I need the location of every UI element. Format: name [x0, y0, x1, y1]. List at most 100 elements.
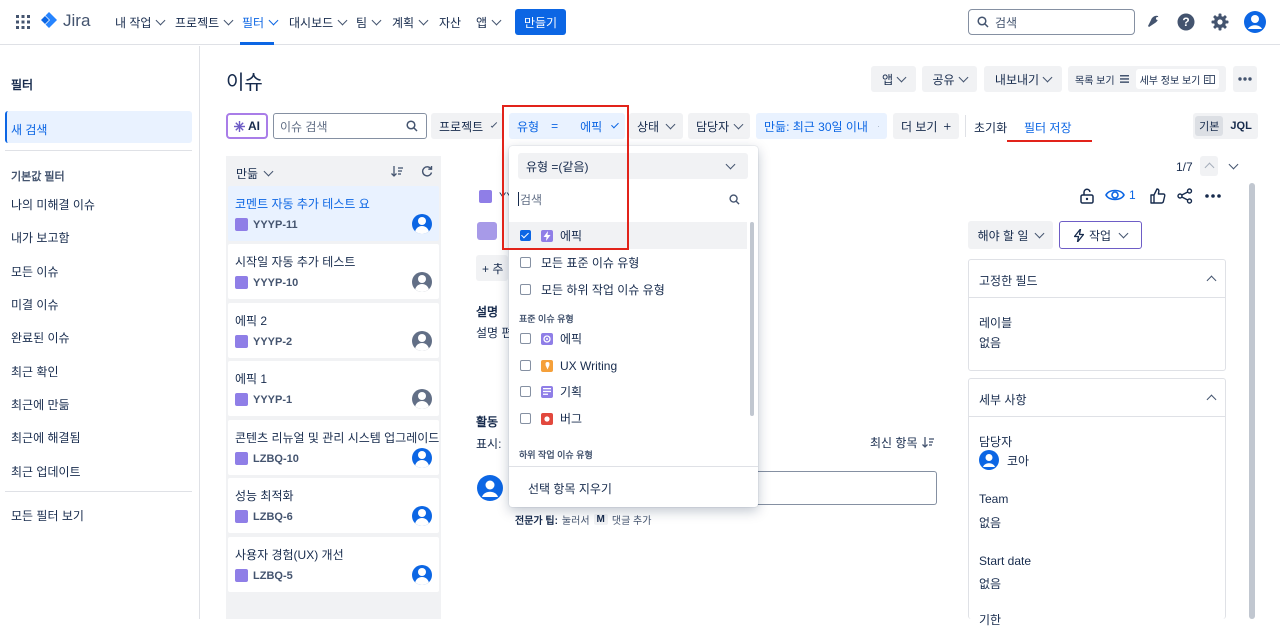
nav-teams[interactable]: 팀 [356, 14, 380, 31]
nav-plans[interactable]: 계획 [392, 14, 427, 31]
jql-mode-button[interactable]: JQL [1226, 116, 1255, 136]
sidebar-item-open-issues[interactable]: 미결 이슈 [11, 296, 59, 313]
checkbox[interactable] [520, 386, 531, 397]
nav-apps[interactable]: 앱 [476, 14, 500, 31]
checkbox[interactable] [520, 360, 531, 371]
chevron-up-icon[interactable] [1207, 276, 1217, 286]
newest-first-toggle[interactable]: 최신 항목 [870, 434, 934, 451]
basic-mode-button[interactable]: 기본 [1195, 116, 1223, 136]
settings-gear-icon[interactable] [1211, 13, 1229, 31]
close-icon[interactable] [878, 122, 879, 131]
sidebar-item-recently-resolved[interactable]: 최근에 해결됨 [11, 429, 81, 446]
next-issue-button[interactable] [1224, 156, 1242, 176]
option-label: 기획 [560, 383, 582, 400]
search-placeholder: 검색 [995, 14, 1017, 31]
issue-search-input[interactable]: 이슈 검색 [273, 113, 427, 139]
notifications-icon[interactable] [1145, 13, 1163, 31]
issue-card[interactable]: 코멘트 자동 추가 테스트 요 YYYP-11 [228, 186, 439, 241]
sidebar-item-recently-updated[interactable]: 최근 업데이트 [11, 463, 81, 480]
sidebar-item-all-issues[interactable]: 모든 이슈 [11, 263, 59, 280]
option-all-subtask-types[interactable]: 모든 하위 작업 이슈 유형 [509, 276, 747, 303]
comment-input[interactable] [755, 471, 937, 505]
option-ux-writing[interactable]: UX Writing [509, 352, 747, 379]
assignee-filter-button[interactable]: 담당자 [688, 113, 750, 139]
detail-scrollbar[interactable] [1249, 183, 1255, 619]
button-label: 담당자 [696, 118, 729, 135]
dropdown-scrollbar[interactable] [750, 222, 755, 462]
assignee-field-value[interactable]: 코아 [979, 450, 1029, 470]
share-icon[interactable] [1177, 188, 1193, 204]
scrollbar-thumb[interactable] [1249, 183, 1255, 619]
nav-projects[interactable]: 프로젝트 [175, 14, 232, 31]
sort-button[interactable]: 만듦 [236, 165, 272, 182]
app-switcher-icon[interactable] [16, 15, 30, 29]
checkbox[interactable] [520, 284, 531, 295]
sidebar-item-done-issues[interactable]: 완료된 이슈 [11, 329, 70, 346]
labels-field-value[interactable]: 없음 [979, 334, 1001, 351]
status-transition-button[interactable]: 해야 할 일 [968, 221, 1053, 249]
option-all-standard-types[interactable]: 모든 표준 이슈 유형 [509, 249, 747, 276]
project-filter-button[interactable]: 프로젝트 [431, 113, 503, 139]
issue-card[interactable]: 에픽 2 YYYP-2 [228, 303, 439, 358]
help-icon[interactable]: ? [1177, 13, 1195, 31]
global-search-input[interactable]: 검색 [968, 9, 1135, 35]
details-title[interactable]: 세부 사항 [979, 391, 1027, 408]
create-button[interactable]: 만들기 [515, 9, 566, 35]
issue-card[interactable]: 성능 최적화 LZBQ-6 [228, 478, 439, 533]
option-epic[interactable]: 에픽 [509, 325, 747, 352]
issue-card[interactable]: 사용자 경험(UX) 개선 LZBQ-5 [228, 537, 439, 592]
nav-assets[interactable]: 자산 [439, 14, 461, 31]
issue-card[interactable]: 콘텐츠 리뉴얼 및 관리 시스템 업그레이드 LZBQ-10 [228, 420, 439, 475]
save-filter-button[interactable]: 필터 저장 [1024, 119, 1072, 136]
button-label: 세부 정보 보기 [1140, 72, 1201, 87]
option-bug[interactable]: 버그 [509, 405, 747, 432]
thumbs-up-icon[interactable] [1150, 188, 1166, 204]
sort-order-icon[interactable] [391, 166, 403, 177]
sidebar-item-my-open-issues[interactable]: 나의 미해결 이슈 [11, 196, 95, 213]
pinned-fields-title[interactable]: 고정한 필드 [979, 272, 1038, 289]
more-filters-button[interactable]: 더 보기 [893, 113, 959, 139]
add-child-button[interactable]: + 추 [476, 255, 508, 281]
team-field-value[interactable]: 없음 [979, 514, 1001, 531]
button-label: AI [248, 119, 260, 133]
sidebar-item-recently-created[interactable]: 최근에 만듦 [11, 396, 70, 413]
issue-card[interactable]: 시작일 자동 추가 테스트 YYYP-10 [228, 244, 439, 299]
share-button[interactable]: 공유 [922, 66, 977, 92]
sidebar-item-reported-by-me[interactable]: 내가 보고함 [11, 229, 70, 246]
description-placeholder[interactable]: 설명 편 [476, 324, 512, 341]
detail-view-button[interactable]: 세부 정보 보기 [1136, 69, 1220, 89]
scrollbar-thumb[interactable] [750, 222, 754, 416]
nav-dashboards[interactable]: 대시보드 [289, 14, 346, 31]
checkbox[interactable] [520, 257, 531, 268]
jira-logo[interactable]: Jira [41, 11, 90, 31]
list-view-button[interactable]: 목록 보기 [1071, 69, 1133, 89]
chevron-down-icon [726, 159, 736, 169]
sidebar-item-new-search-label[interactable]: 새 검색 [11, 121, 47, 138]
option-planning[interactable]: 기획 [509, 378, 747, 405]
watch-button[interactable]: 1 [1105, 188, 1136, 202]
export-button[interactable]: 내보내기 [984, 66, 1062, 92]
sidebar-item-recently-viewed[interactable]: 최근 확인 [11, 363, 59, 380]
start-date-field-value[interactable]: 없음 [979, 575, 1001, 592]
apps-button[interactable]: 앱 [871, 66, 916, 92]
more-horizontal-icon[interactable] [1205, 194, 1221, 198]
status-filter-button[interactable]: 상태 [629, 113, 683, 139]
created-filter-chip[interactable]: 만듦: 최근 30일 이내 [756, 113, 887, 139]
checkbox[interactable] [520, 413, 531, 424]
refresh-icon[interactable] [421, 165, 433, 177]
issue-card[interactable]: 에픽 1 YYYP-1 [228, 361, 439, 416]
more-actions-button[interactable] [1233, 66, 1257, 92]
nav-my-work[interactable]: 내 작업 [115, 14, 164, 31]
reset-button[interactable]: 초기화 [974, 119, 1007, 136]
issue-title: 에픽 1 [235, 370, 267, 387]
nav-filters[interactable]: 필터 [242, 14, 277, 31]
profile-avatar[interactable] [1244, 11, 1266, 33]
previous-issue-button[interactable] [1200, 156, 1218, 176]
ai-search-button[interactable]: AI [226, 113, 268, 139]
sidebar-view-all-filters[interactable]: 모든 필터 보기 [11, 507, 84, 524]
unlock-icon[interactable] [1080, 188, 1094, 204]
chevron-up-icon[interactable] [1207, 395, 1217, 405]
clear-selection-button[interactable]: 선택 항목 지우기 [528, 480, 612, 497]
checkbox[interactable] [520, 333, 531, 344]
actions-button[interactable]: 작업 [1059, 221, 1142, 249]
